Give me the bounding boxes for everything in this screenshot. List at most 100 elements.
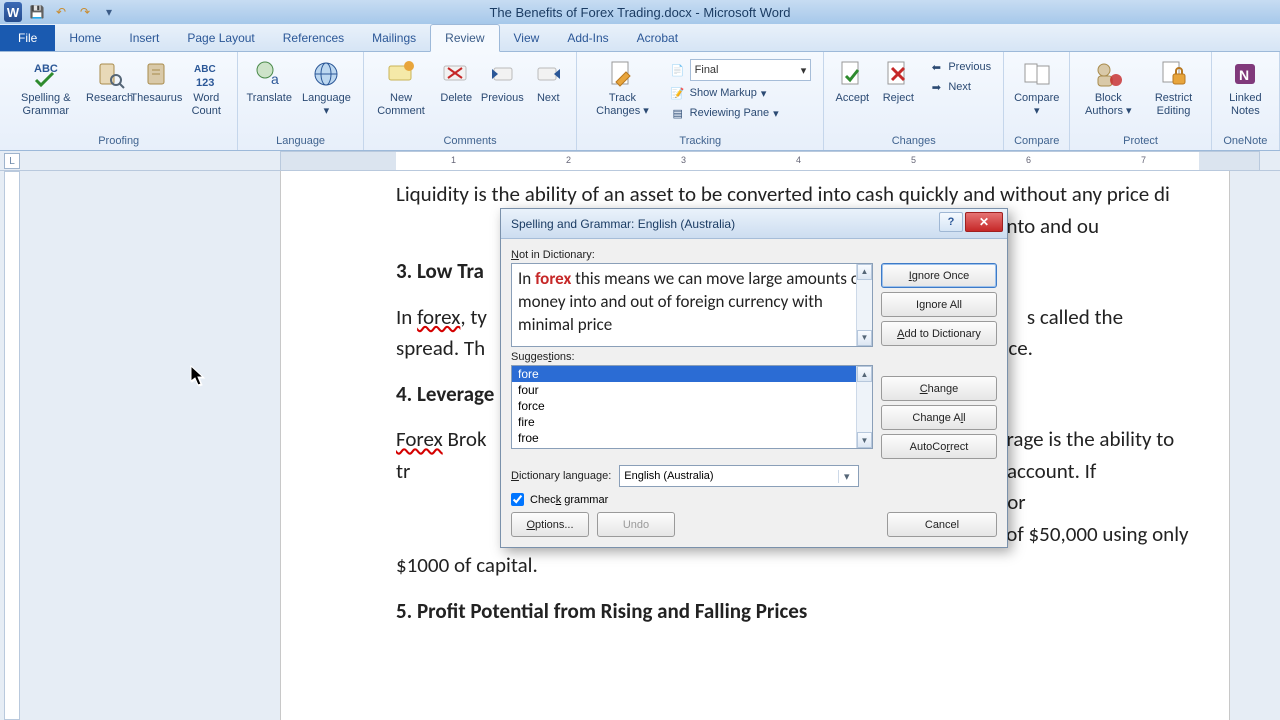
redo-icon[interactable]: ↷	[76, 3, 94, 21]
change-button[interactable]: Change	[881, 376, 997, 401]
research-button[interactable]: Research	[88, 56, 132, 107]
ruler-tick: 2	[566, 155, 571, 165]
tab-insert[interactable]: Insert	[115, 25, 173, 51]
compare-button[interactable]: Compare ▾	[1010, 56, 1063, 119]
translate-button[interactable]: a Translate	[244, 56, 294, 107]
listbox-scrollbar[interactable]: ▲▼	[856, 366, 872, 448]
delete-comment-label: Delete	[440, 92, 472, 105]
textbox-scrollbar[interactable]: ▲▼	[856, 264, 872, 346]
previous-change-label: Previous	[948, 61, 991, 73]
previous-comment-button[interactable]: Previous	[480, 56, 524, 107]
group-onenote-label: OneNote	[1218, 133, 1273, 150]
group-comments: New Comment Delete Previous Next Comment…	[364, 52, 577, 150]
ruler-tick: 1	[451, 155, 456, 165]
suggestions-listbox[interactable]: fore four force fire froe ▲▼	[511, 365, 873, 449]
group-language: a Translate Language ▾ Language	[238, 52, 363, 150]
tab-home[interactable]: Home	[55, 25, 115, 51]
language-button[interactable]: Language ▾	[296, 56, 357, 119]
check-grammar-label: Check grammar	[530, 494, 608, 506]
abc-check-icon: ABC	[30, 58, 62, 90]
tab-file[interactable]: File	[0, 25, 55, 51]
block-authors-button[interactable]: Block Authors ▾	[1076, 56, 1140, 119]
group-protect: Block Authors ▾ Restrict Editing Protect	[1070, 52, 1211, 150]
tab-review[interactable]: Review	[430, 24, 499, 52]
suggestion-item[interactable]: fore	[512, 366, 872, 382]
tab-selector[interactable]: L	[4, 153, 20, 169]
reviewing-pane-button[interactable]: ▤Reviewing Pane ▾	[666, 104, 816, 122]
track-changes-button[interactable]: Track Changes ▾	[583, 56, 661, 119]
suggestion-item[interactable]: fire	[512, 414, 872, 430]
tab-acrobat[interactable]: Acrobat	[623, 25, 692, 51]
suggestion-item[interactable]: four	[512, 382, 872, 398]
tab-view[interactable]: View	[500, 25, 554, 51]
tab-references[interactable]: References	[269, 25, 358, 51]
spelling-grammar-button[interactable]: ABC Spelling & Grammar	[6, 56, 86, 119]
scroll-up-icon[interactable]: ▲	[857, 366, 872, 382]
window-title: The Benefits of Forex Trading.docx - Mic…	[489, 5, 790, 20]
next-comment-button[interactable]: Next	[526, 56, 570, 107]
tab-page-layout[interactable]: Page Layout	[173, 25, 268, 51]
change-all-button[interactable]: Change All	[881, 405, 997, 430]
group-tracking-label: Tracking	[583, 133, 817, 150]
linked-notes-button[interactable]: N Linked Notes	[1218, 56, 1273, 119]
spelling-error: Forex	[396, 426, 443, 452]
tab-mailings[interactable]: Mailings	[358, 25, 430, 51]
accept-icon	[836, 58, 868, 90]
ignore-once-button[interactable]: Ignore Once	[881, 263, 997, 288]
ribbon-tabs: File Home Insert Page Layout References …	[0, 24, 1280, 52]
new-comment-button[interactable]: New Comment	[370, 56, 432, 119]
ruler-tick: 3	[681, 155, 686, 165]
previous-change-button[interactable]: ⬅ Previous	[924, 58, 995, 76]
chevron-down-icon: ▾	[838, 470, 854, 483]
suggestion-item[interactable]: froe	[512, 430, 872, 446]
accept-button[interactable]: Accept	[830, 56, 874, 107]
lock-icon	[1157, 58, 1189, 90]
prev-change-icon: ⬅	[928, 59, 944, 75]
book-icon	[140, 58, 172, 90]
block-authors-label: Block Authors ▾	[1080, 92, 1136, 117]
save-icon[interactable]: 💾	[28, 3, 46, 21]
reject-button[interactable]: Reject	[876, 56, 920, 107]
show-markup-button[interactable]: 📝Show Markup ▾	[666, 84, 816, 102]
check-grammar-checkbox[interactable]: Check grammar	[511, 493, 997, 506]
thesaurus-button[interactable]: Thesaurus	[134, 56, 180, 107]
display-for-review-combo[interactable]: 📄 Final▾	[666, 58, 816, 82]
dialog-close-button[interactable]: ✕	[965, 212, 1003, 232]
scroll-down-icon[interactable]: ▼	[857, 432, 872, 448]
titlebar: W 💾 ↶ ↷ ▾ The Benefits of Forex Trading.…	[0, 0, 1280, 24]
restrict-editing-button[interactable]: Restrict Editing	[1142, 56, 1205, 119]
add-to-dictionary-button[interactable]: Add to Dictionary	[881, 321, 997, 346]
ignore-all-button[interactable]: Ignore All	[881, 292, 997, 317]
svg-text:ABC: ABC	[194, 64, 216, 75]
cancel-button[interactable]: Cancel	[887, 512, 997, 537]
next-change-button[interactable]: ➡Next	[924, 78, 995, 96]
context-pre: In	[518, 268, 535, 289]
horizontal-ruler[interactable]: 1 2 3 4 5 6 7	[280, 151, 1260, 171]
vertical-ruler[interactable]	[4, 171, 20, 720]
qat-dropdown-icon[interactable]: ▾	[100, 3, 118, 21]
reviewing-pane-label: Reviewing Pane	[690, 107, 770, 119]
options-button[interactable]: Options...	[511, 512, 589, 537]
undo-icon[interactable]: ↶	[52, 3, 70, 21]
suggestions-label: Suggestions:	[511, 351, 873, 363]
group-proofing-label: Proofing	[6, 133, 231, 150]
accept-label: Accept	[835, 92, 869, 105]
dialog-help-button[interactable]: ?	[939, 212, 963, 232]
not-in-dictionary-label: Not in Dictionary:	[511, 249, 873, 261]
compare-icon	[1021, 58, 1053, 90]
word-count-button[interactable]: ABC123 Word Count	[181, 56, 231, 119]
dialog-titlebar[interactable]: Spelling and Grammar: English (Australia…	[501, 209, 1007, 239]
not-in-dictionary-textbox[interactable]: In forex this means we can move large am…	[511, 263, 873, 347]
delete-comment-button[interactable]: Delete	[434, 56, 478, 107]
group-language-label: Language	[244, 133, 356, 150]
autocorrect-button[interactable]: AutoCorrect	[881, 434, 997, 459]
dictionary-language-select[interactable]: English (Australia) ▾	[619, 465, 859, 487]
page-icon: 📄	[670, 62, 686, 78]
suggestion-item[interactable]: force	[512, 398, 872, 414]
scroll-down-icon[interactable]: ▼	[857, 330, 872, 346]
scroll-up-icon[interactable]: ▲	[857, 264, 872, 280]
check-grammar-input[interactable]	[511, 493, 524, 506]
group-changes-label: Changes	[830, 133, 997, 150]
context-error-word: forex	[535, 268, 571, 289]
tab-add-ins[interactable]: Add-Ins	[553, 25, 622, 51]
